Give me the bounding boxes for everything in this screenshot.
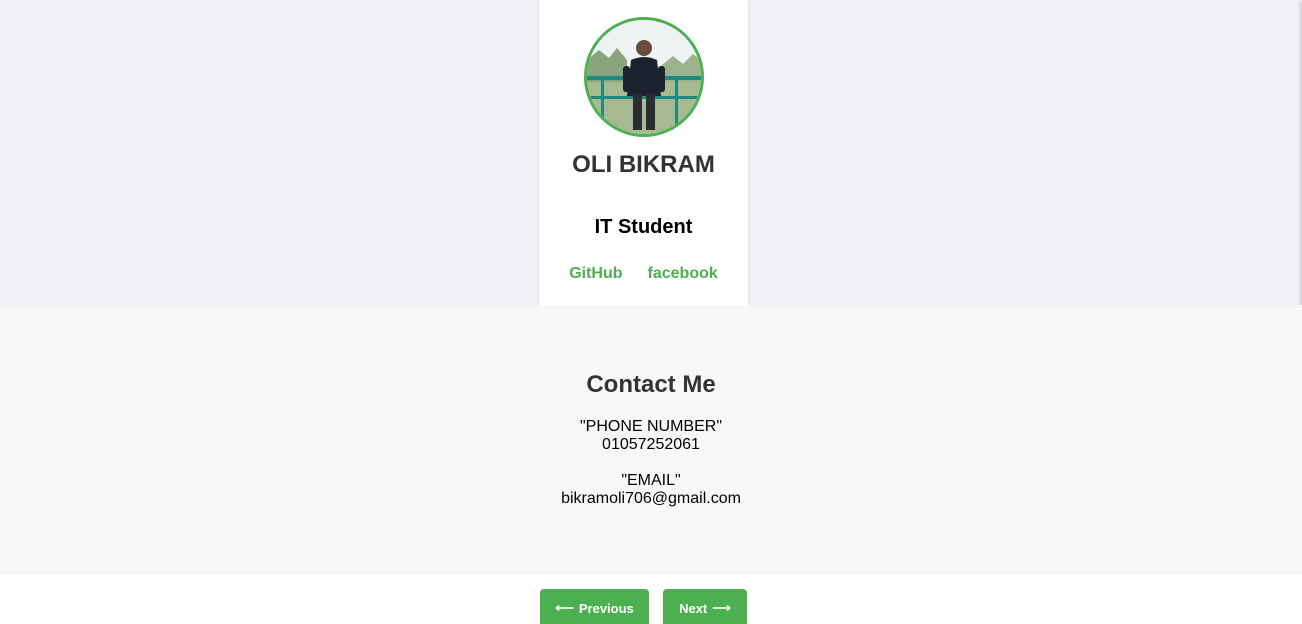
contact-section: Contact Me "PHONE NUMBER" 01057252061 "E… — [0, 305, 1302, 575]
profile-avatar — [584, 17, 704, 137]
hero-section: OLI BIKRAM IT Student GitHub facebook — [0, 0, 1302, 305]
profile-name: OLI BIKRAM — [572, 151, 715, 178]
social-links: GitHub facebook — [539, 265, 748, 283]
window-edge — [1298, 0, 1302, 305]
email-label: "EMAIL" — [621, 472, 681, 489]
arrow-right-icon: ⟶ — [712, 600, 731, 615]
profile-photo — [587, 20, 701, 134]
email-value: bikramoli706@gmail.com — [561, 490, 741, 507]
next-button[interactable]: Next ⟶ — [663, 589, 747, 624]
next-button-label: Next — [679, 600, 708, 616]
previous-button-label: Previous — [578, 600, 634, 616]
github-link[interactable]: GitHub — [569, 265, 622, 283]
phone-value: 01057252061 — [602, 436, 700, 453]
profile-card: OLI BIKRAM IT Student GitHub facebook — [539, 0, 748, 305]
previous-button[interactable]: ⟵ Previous — [540, 589, 649, 624]
arrow-left-icon: ⟵ — [555, 600, 574, 615]
pagination-nav: ⟵ Previous Next ⟶ — [0, 589, 1302, 624]
page: OLI BIKRAM IT Student GitHub facebook Co… — [0, 0, 1302, 624]
phone-label: "PHONE NUMBER" — [579, 418, 723, 435]
contact-heading: Contact Me — [586, 371, 716, 398]
facebook-link[interactable]: facebook — [648, 265, 718, 283]
profile-role: IT Student — [594, 216, 693, 238]
